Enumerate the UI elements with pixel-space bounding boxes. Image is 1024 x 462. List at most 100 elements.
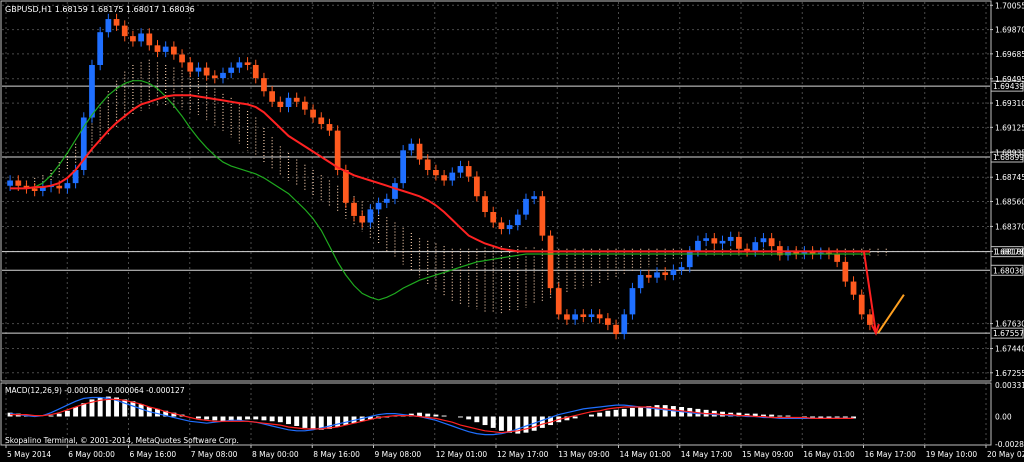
candle-body xyxy=(105,19,112,33)
macd-title: MACD(12,26,9) -0.000180 -0.000064 -0.000… xyxy=(5,386,185,395)
candle-body xyxy=(449,172,456,181)
candle-body xyxy=(695,240,701,252)
time-tick-label: 20 May 02:00 xyxy=(987,450,1024,459)
candle-body xyxy=(416,143,423,160)
candle-body xyxy=(621,314,628,335)
time-tick-label: 16 May 01:00 xyxy=(803,450,855,459)
price-level-label: 1.68036 xyxy=(993,266,1024,275)
candle-body xyxy=(482,196,488,212)
candle-body xyxy=(31,188,38,191)
candle-body xyxy=(555,288,562,315)
candle-body xyxy=(302,101,308,110)
candle-body xyxy=(580,314,587,317)
candle-body xyxy=(605,318,611,325)
candle-body xyxy=(342,170,349,203)
time-tick-label: 19 May 10:00 xyxy=(926,450,978,459)
price-tick-label: 1.68180 xyxy=(995,247,1024,256)
time-tick-label: 14 May 17:00 xyxy=(681,450,733,459)
candle-body xyxy=(351,202,357,216)
candle-body xyxy=(596,314,603,319)
candle-body xyxy=(465,166,472,177)
candle-body xyxy=(56,185,63,189)
candle-body xyxy=(547,235,554,289)
price-tick-label: 1.68560 xyxy=(995,198,1024,207)
candle-body xyxy=(326,124,333,131)
candle-body xyxy=(228,67,235,73)
price-tick-label: 1.69685 xyxy=(995,50,1024,59)
candle-body xyxy=(424,159,431,170)
candle-body xyxy=(834,254,841,262)
candle-body xyxy=(121,25,128,37)
trading-chart: 1.694391.688991.681781.680361.67557 1.70… xyxy=(0,0,1024,462)
candle-body xyxy=(244,62,251,65)
candle-body xyxy=(236,62,243,68)
candle-body xyxy=(359,215,366,223)
candle-body xyxy=(89,65,95,118)
time-tick-label: 13 May 09:00 xyxy=(558,450,610,459)
time-tick-label: 15 May 09:00 xyxy=(742,450,794,459)
candle-body xyxy=(277,101,284,107)
candle-body xyxy=(670,269,677,275)
candle-body xyxy=(703,238,709,241)
candle-body xyxy=(285,97,292,107)
candle-body xyxy=(375,202,382,210)
time-tick-label: 16 May 17:00 xyxy=(865,450,917,459)
price-tick-label: 1.68935 xyxy=(995,148,1024,157)
candle-body xyxy=(678,267,685,270)
candle-body xyxy=(768,238,775,247)
candle-body xyxy=(252,65,259,79)
candle-body xyxy=(867,314,873,325)
price-tick-label: 1.69495 xyxy=(995,75,1024,84)
candle-body xyxy=(433,170,439,176)
candle-body xyxy=(162,46,169,52)
candle-body xyxy=(367,209,374,223)
candle-body xyxy=(203,67,210,76)
price-tick-label: 1.69125 xyxy=(995,123,1024,132)
candle-body xyxy=(506,225,513,230)
candle-body xyxy=(539,196,546,236)
macd-tick-label: 0.003315 xyxy=(995,381,1024,390)
candle-body xyxy=(842,261,849,282)
candle-body xyxy=(858,294,865,315)
candle-body xyxy=(523,198,529,215)
candle-body xyxy=(572,314,578,320)
candle-body xyxy=(15,180,22,186)
price-tick-label: 1.67630 xyxy=(995,320,1024,329)
candle-body xyxy=(457,166,464,173)
candle-body xyxy=(261,78,267,92)
time-tick-label: 12 May 17:00 xyxy=(497,450,549,459)
price-level-label: 1.67557 xyxy=(993,329,1024,338)
candle-body xyxy=(179,54,185,63)
candle-body xyxy=(64,183,71,189)
price-tick-label: 1.68370 xyxy=(995,222,1024,231)
symbol-header: GBPUSD,H1 1.68159 1.68175 1.68017 1.6803… xyxy=(5,5,195,14)
price-tick-label: 1.67255 xyxy=(995,369,1024,378)
candle-body xyxy=(113,19,120,26)
candle-body xyxy=(97,32,104,65)
candle-body xyxy=(752,242,759,252)
macd-tick-label: -0.002894 xyxy=(995,440,1024,449)
time-tick-label: 5 May 2014 xyxy=(7,450,51,459)
candle-body xyxy=(138,33,144,42)
candle-body xyxy=(662,272,669,275)
candle-body xyxy=(146,33,153,46)
price-tick-label: 1.69870 xyxy=(995,26,1024,35)
price-tick-label: 1.67440 xyxy=(995,345,1024,354)
candle-body xyxy=(629,288,636,315)
candle-body xyxy=(7,180,13,186)
time-tick-label: 8 May 16:00 xyxy=(313,450,360,459)
candle-body xyxy=(195,67,202,72)
candle-body xyxy=(383,198,390,203)
candle-body xyxy=(171,46,177,55)
candle-body xyxy=(531,196,538,199)
candle-body xyxy=(490,212,497,223)
candle-body xyxy=(514,214,521,226)
time-tick-label: 6 May 00:00 xyxy=(68,450,115,459)
macd-tick-label: 0.00 xyxy=(995,413,1012,422)
candle-body xyxy=(400,150,407,184)
candle-body xyxy=(637,275,644,289)
candle-body xyxy=(711,238,718,244)
price-tick-label: 1.68745 xyxy=(995,173,1024,182)
time-tick-label: 8 May 00:00 xyxy=(252,450,299,459)
candle-body xyxy=(334,130,341,170)
